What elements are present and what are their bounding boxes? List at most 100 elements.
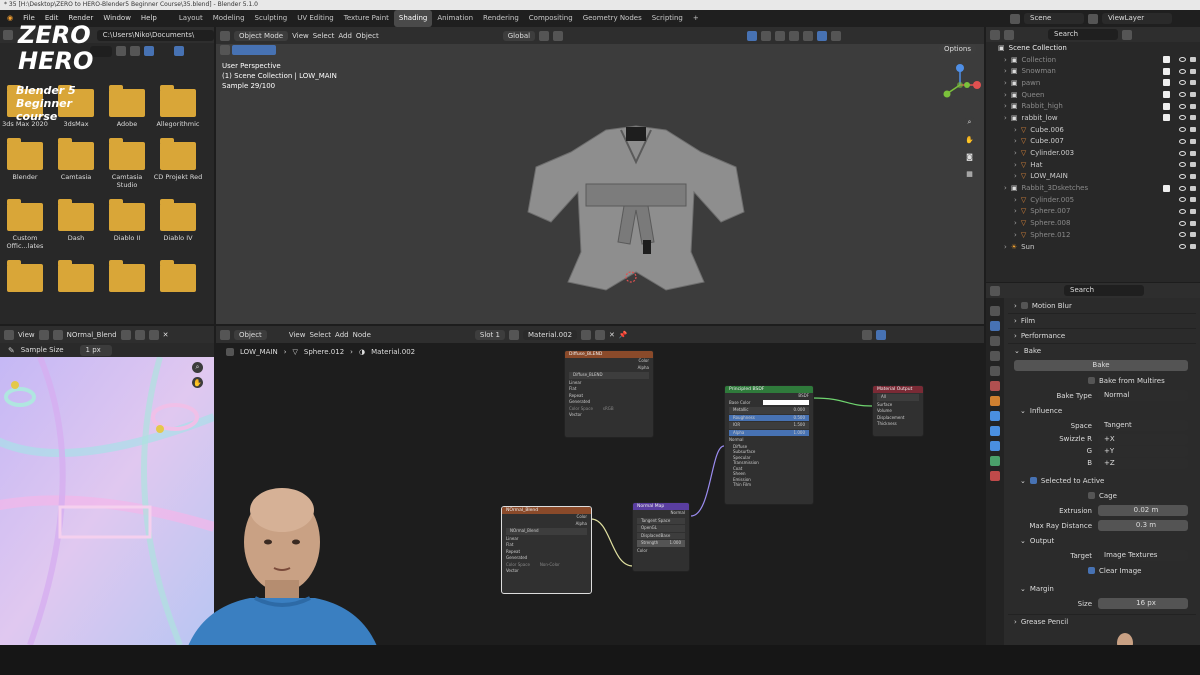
outliner-row[interactable]: › ▽ Cylinder.005 [986, 194, 1200, 206]
viewport-menu-select[interactable]: Select [313, 32, 335, 40]
bake-button[interactable]: Bake [1014, 360, 1188, 371]
render-camera-icon[interactable] [1190, 244, 1196, 250]
image-name-field[interactable]: NOrmal_Blend [67, 331, 117, 339]
menu-window[interactable]: Window [98, 10, 136, 27]
properties-editor-icon[interactable] [990, 285, 1000, 296]
folder-item[interactable]: Diablo IV [153, 199, 203, 250]
blender-logo-icon[interactable]: ◉ [2, 10, 18, 27]
selected-to-active-checkbox[interactable] [1029, 477, 1037, 484]
pan-hand-icon[interactable]: ✋ [964, 134, 975, 145]
visibility-eye-icon[interactable] [1179, 208, 1186, 214]
shading-material-icon[interactable] [803, 30, 814, 41]
workspace-tab-compositing[interactable]: Compositing [524, 10, 578, 27]
shading-wire-icon[interactable] [775, 30, 786, 41]
swizzle-r-dropdown[interactable]: +X [1098, 433, 1188, 445]
ortho-grid-icon[interactable]: ▦ [964, 168, 975, 179]
workspace-tab-layout[interactable]: Layout [174, 10, 208, 27]
expand-chevron-icon[interactable]: › [1004, 91, 1007, 99]
material-tab-icon[interactable] [990, 471, 1000, 481]
diffuse-image-field[interactable]: Diffuse_BLEND [569, 372, 649, 379]
viewport-editor-type-icon[interactable] [220, 30, 230, 41]
render-camera-icon[interactable] [1190, 115, 1196, 121]
render-camera-icon[interactable] [1190, 150, 1196, 156]
workspace-tab-scripting[interactable]: Scripting [647, 10, 688, 27]
shading-solid-icon[interactable] [789, 30, 800, 41]
expand-chevron-icon[interactable]: › [1014, 196, 1017, 204]
file-path-field[interactable]: C:\Users\Niko\Documents\ [96, 29, 214, 41]
pause-render-icon[interactable] [831, 30, 842, 41]
extrusion-field[interactable]: 0.02 m [1098, 505, 1188, 516]
visibility-eye-icon[interactable] [1179, 127, 1186, 133]
collection-checkbox[interactable] [1163, 184, 1170, 192]
viewlayer-name[interactable]: ViewLayer [1102, 13, 1172, 24]
visibility-eye-icon[interactable] [1179, 92, 1186, 98]
image-pan-icon[interactable]: ✋ [192, 377, 203, 388]
outliner-row[interactable]: › ☀ Sun [986, 241, 1200, 253]
render-camera-icon[interactable] [1190, 220, 1196, 226]
outliner-row[interactable]: › ▽ Hat [986, 159, 1200, 171]
add-workspace-button[interactable]: + [688, 10, 704, 27]
render-camera-icon[interactable] [1190, 173, 1196, 179]
material-output-header[interactable]: Material Output [873, 386, 923, 393]
visibility-eye-icon[interactable] [1179, 103, 1186, 109]
collection-checkbox[interactable] [1163, 79, 1170, 87]
view-grid-icon[interactable] [144, 46, 154, 56]
render-camera-icon[interactable] [1190, 103, 1196, 109]
render-camera-icon[interactable] [1190, 138, 1196, 144]
normal-map-node[interactable]: Normal Map Normal Tangent Space OpenGL D… [632, 502, 690, 572]
film-panel[interactable]: › Film [1008, 313, 1196, 328]
render-camera-icon[interactable] [1190, 197, 1196, 203]
expand-chevron-icon[interactable]: › [1004, 243, 1007, 251]
viewport-menu-add[interactable]: Add [338, 32, 352, 40]
bake-type-dropdown[interactable]: Normal [1098, 390, 1188, 401]
sample-size-field[interactable]: 1 px [79, 344, 112, 356]
material-output-node[interactable]: Material Output All Surface Volume Displ… [872, 385, 924, 437]
proportional-icon[interactable] [553, 30, 564, 41]
select-tool-icon[interactable] [220, 45, 230, 55]
workspace-tab-modeling[interactable]: Modeling [208, 10, 250, 27]
folder-item[interactable]: Custom Offic...lates [0, 199, 50, 250]
output-tab-icon[interactable] [990, 336, 1000, 346]
outliner-row[interactable]: › ▽ Sphere.007 [986, 206, 1200, 218]
data-tab-icon[interactable] [990, 456, 1000, 466]
output-target-dropdown[interactable]: All [877, 394, 919, 401]
view-thumbs-icon[interactable] [130, 46, 140, 56]
open-image-icon[interactable] [148, 329, 159, 340]
principled-bsdf-node[interactable]: Principled BSDF BSDF Base Color Metallic… [724, 385, 814, 505]
sample-tool-icon[interactable]: ✎ [8, 346, 15, 355]
diffuse-node-header[interactable]: Diffuse_BLEND [565, 351, 653, 358]
properties-search[interactable]: Search [1064, 285, 1144, 296]
camera-view-icon[interactable]: ◙ [964, 151, 975, 162]
visibility-eye-icon[interactable] [1179, 244, 1186, 250]
visibility-eye-icon[interactable] [1179, 80, 1186, 86]
gizmo-toggle-icon[interactable] [747, 30, 758, 41]
folder-item[interactable] [153, 260, 203, 295]
view-layer-tab-icon[interactable] [990, 351, 1000, 361]
visibility-eye-icon[interactable] [1179, 115, 1186, 121]
expand-chevron-icon[interactable]: › [1014, 137, 1017, 145]
outliner-search[interactable]: Search [1048, 29, 1118, 40]
normal-image-node[interactable]: NOrmal_Blend Color Alpha NOrmal_Blend Li… [501, 506, 592, 594]
collection-checkbox[interactable] [1163, 91, 1170, 99]
filter-icon[interactable] [174, 46, 184, 56]
outliner-row[interactable]: › ▽ Cube.007 [986, 136, 1200, 148]
transform-orientation-dropdown[interactable]: Global [502, 30, 536, 41]
new-image-icon[interactable] [134, 329, 145, 340]
image-editor-menu-icon[interactable] [38, 329, 49, 340]
normal-image-field[interactable]: NOrmal_Blend [506, 528, 587, 535]
tool-tab-icon[interactable] [990, 306, 1000, 316]
expand-chevron-icon[interactable]: › [1014, 219, 1017, 227]
outliner-row[interactable]: › ▣ Queen [986, 89, 1200, 101]
expand-chevron-icon[interactable]: › [1014, 231, 1017, 239]
expand-chevron-icon[interactable]: › [1004, 67, 1007, 75]
physics-tab-icon[interactable] [990, 441, 1000, 451]
workspace-tab-rendering[interactable]: Rendering [478, 10, 524, 27]
visibility-eye-icon[interactable] [1179, 150, 1186, 156]
view-list-icon[interactable] [116, 46, 126, 56]
workspace-tab-uv-editing[interactable]: UV Editing [292, 10, 339, 27]
outliner-display-icon[interactable] [1004, 29, 1014, 40]
workspace-tab-animation[interactable]: Animation [432, 10, 478, 27]
expand-chevron-icon[interactable]: › [1014, 161, 1017, 169]
scene-name[interactable]: Scene [1024, 13, 1084, 24]
folder-item[interactable] [102, 260, 152, 295]
